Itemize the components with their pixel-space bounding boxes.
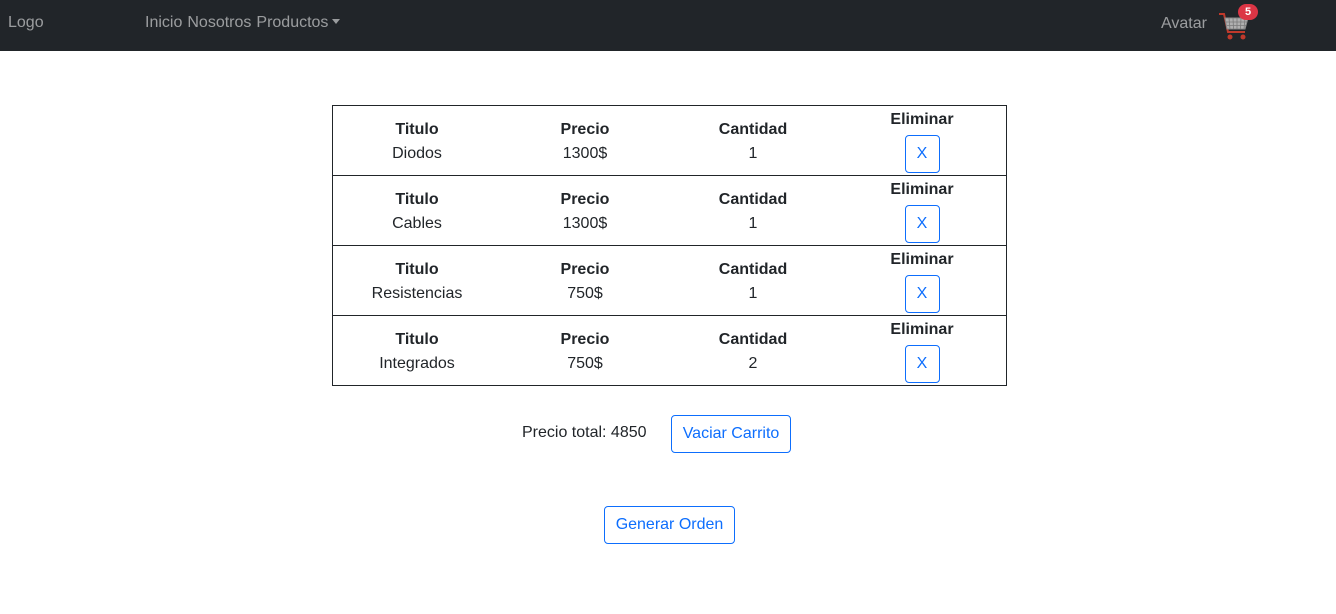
item-title: Resistencias: [371, 285, 463, 302]
item-title: Diodos: [392, 145, 442, 162]
price-header: Precio: [560, 121, 610, 138]
remove-cell: Eliminar X: [837, 109, 1007, 173]
item-price: 1300$: [562, 145, 608, 162]
qty-header: Cantidad: [718, 121, 788, 138]
nav-links: Inicio Nosotros Productos: [145, 14, 341, 32]
remove-item-button[interactable]: X: [904, 135, 940, 173]
price-cell: Precio 750$: [501, 329, 669, 377]
cart-table: Titulo Diodos Precio 1300$ Cantidad 1 Elimi…: [332, 105, 1007, 386]
item-qty: 1: [748, 285, 758, 302]
item-price: 750$: [567, 285, 603, 302]
remove-header: Eliminar: [890, 111, 954, 128]
cart-item-row: Titulo Cables Precio 1300$ Cantidad 1 Elimi…: [332, 175, 1007, 246]
title-header: Titulo: [395, 191, 439, 208]
remove-item-button[interactable]: X: [904, 345, 940, 383]
qty-cell: Cantidad 2: [669, 329, 837, 377]
qty-header: Cantidad: [718, 331, 788, 348]
title-header: Titulo: [395, 331, 439, 348]
nav-link-inicio[interactable]: Inicio: [145, 14, 182, 32]
cart-item-row: Titulo Integrados Precio 750$ Cantidad 2 El…: [332, 315, 1007, 386]
remove-header: Eliminar: [890, 251, 954, 268]
price-cell: Precio 1300$: [501, 119, 669, 167]
remove-cell: Eliminar X: [837, 319, 1007, 383]
cart-item-row: Titulo Resistencias Precio 750$ Cantidad 1 …: [332, 245, 1007, 316]
item-qty: 1: [748, 215, 758, 232]
price-cell: Precio 1300$: [501, 189, 669, 237]
item-qty: 1: [748, 145, 758, 162]
logo-link[interactable]: Logo: [8, 14, 44, 32]
remove-item-button[interactable]: X: [904, 205, 940, 243]
remove-cell: Eliminar X: [837, 249, 1007, 313]
title-cell: Titulo Cables: [333, 189, 501, 237]
remove-header: Eliminar: [890, 321, 954, 338]
price-cell: Precio 750$: [501, 259, 669, 307]
item-title: Integrados: [379, 355, 455, 372]
remove-item-button[interactable]: X: [904, 275, 940, 313]
item-title: Cables: [392, 215, 442, 232]
item-qty: 2: [748, 355, 758, 372]
remove-cell: Eliminar X: [837, 179, 1007, 243]
caret-down-icon: [332, 19, 341, 24]
cart-item-row: Titulo Diodos Precio 1300$ Cantidad 1 Elimi…: [332, 105, 1007, 176]
title-header: Titulo: [395, 261, 439, 278]
item-price: 1300$: [562, 215, 608, 232]
qty-header: Cantidad: [718, 191, 788, 208]
price-header: Precio: [560, 191, 610, 208]
cart-button[interactable]: 5: [1217, 4, 1258, 40]
empty-cart-button[interactable]: Vaciar Carrito: [671, 415, 791, 453]
title-header: Titulo: [395, 121, 439, 138]
nav-dropdown-productos[interactable]: Productos: [256, 14, 341, 32]
qty-cell: Cantidad 1: [669, 259, 837, 307]
price-header: Precio: [560, 331, 610, 348]
item-price: 750$: [567, 355, 603, 372]
nav-link-nosotros[interactable]: Nosotros: [187, 14, 251, 32]
total-price: Precio total: 4850: [522, 424, 647, 441]
remove-header: Eliminar: [890, 181, 954, 198]
dropdown-label: Productos: [256, 14, 329, 31]
avatar-link[interactable]: Avatar: [1161, 15, 1207, 33]
price-header: Precio: [560, 261, 610, 278]
title-cell: Titulo Diodos: [333, 119, 501, 167]
generate-order-button[interactable]: Generar Orden: [604, 506, 735, 544]
title-cell: Titulo Integrados: [333, 329, 501, 377]
qty-cell: Cantidad 1: [669, 119, 837, 167]
qty-cell: Cantidad 1: [669, 189, 837, 237]
cart-count-badge: 5: [1238, 4, 1258, 20]
qty-header: Cantidad: [718, 261, 788, 278]
navbar: Logo Inicio Nosotros Productos Avatar 5: [0, 0, 1336, 51]
title-cell: Titulo Resistencias: [333, 259, 501, 307]
